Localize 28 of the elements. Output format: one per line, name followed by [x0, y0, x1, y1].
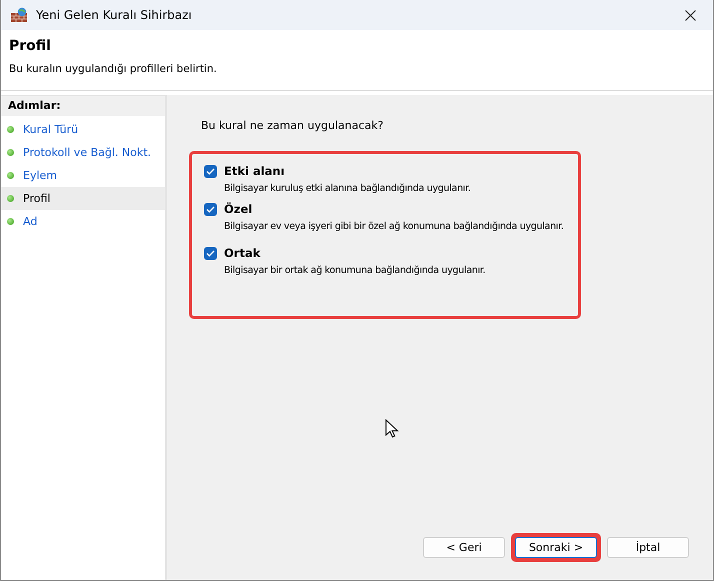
mouse-pointer-icon	[385, 419, 399, 439]
option-label: Etki alanı	[224, 164, 285, 178]
steps-heading: Adımlar:	[1, 96, 165, 116]
checkbox[interactable]	[204, 164, 217, 178]
check-icon	[206, 206, 215, 212]
page-title: Profil	[9, 38, 52, 54]
step-item[interactable]: Profil	[1, 187, 165, 210]
checkbox[interactable]	[204, 202, 217, 216]
option-description: Bilgisayar kuruluş etki alanına bağlandığında uygulanır.	[223, 183, 471, 194]
checkbox[interactable]	[204, 246, 217, 260]
firewall-icon	[10, 7, 28, 23]
option-label: Ortak	[224, 246, 260, 260]
window-title: Yeni Gelen Kuralı Sihirbazı	[36, 8, 192, 22]
wizard-button[interactable]: İptal	[607, 537, 689, 558]
step-item[interactable]: Ad	[1, 210, 165, 233]
check-icon	[206, 168, 215, 174]
step-item[interactable]: Protokoll ve Bağl. Nokt.	[1, 141, 165, 164]
page-subtitle: Bu kuralın uygulandığı profilleri belirtin.	[9, 63, 218, 75]
option-description: Bilgisayar bir ortak ağ konumuna bağlandığında uygulanır.	[223, 265, 486, 276]
wizard-button[interactable]: Sonraki >	[515, 537, 597, 558]
option-description: Bilgisayar ev veya işyeri gibi bir özel ağ konumuna bağlandığında uygulanır.	[223, 221, 564, 232]
wizard-button[interactable]: < Geri	[423, 537, 505, 558]
question-text: Bu kural ne zaman uygulanacak?	[201, 119, 384, 132]
check-icon	[206, 250, 215, 256]
step-item[interactable]: Kural Türü	[1, 118, 165, 141]
close-icon[interactable]	[684, 10, 696, 20]
option-label: Özel	[224, 202, 252, 216]
step-item[interactable]: Eylem	[1, 164, 165, 187]
